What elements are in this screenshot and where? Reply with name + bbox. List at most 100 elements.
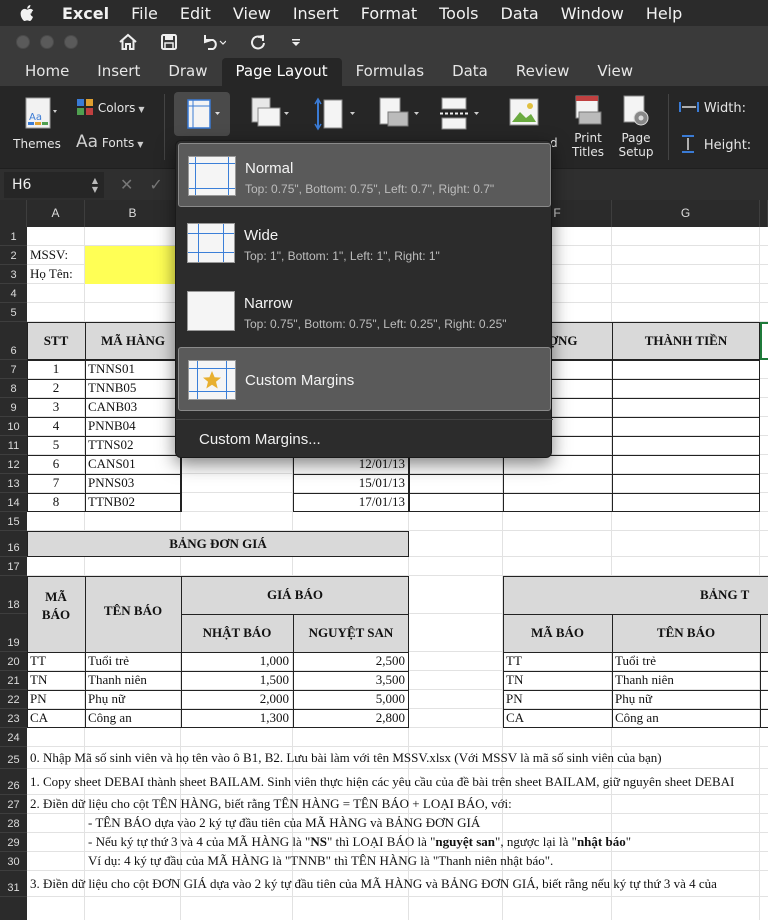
row-header-31[interactable]: 31 [0,871,27,897]
row-header-20[interactable]: 20 [0,652,27,671]
right-ma-bao-header: MÃ BÁO [530,625,585,640]
save-icon[interactable] [160,33,178,51]
row-header-2[interactable]: 2 [0,246,27,265]
row-header-28[interactable]: 28 [0,814,27,833]
row-header-12[interactable]: 12 [0,455,27,474]
row-header-19[interactable]: 19 [0,614,27,652]
row-header-24[interactable]: 24 [0,728,27,747]
menu-help[interactable]: Help [646,4,682,23]
select-all-corner[interactable] [0,200,27,227]
row-header-21[interactable]: 21 [0,671,27,690]
selected-cell-h6[interactable] [760,322,768,360]
row-header-26[interactable]: 26 [0,769,27,795]
row-header-29[interactable]: 29 [0,833,27,852]
name-box-spinner-icon[interactable]: ▲ ▼ [92,176,98,194]
page-setup-button[interactable]: Page Setup [614,94,658,159]
row-header-3[interactable]: 3 [0,265,27,284]
customize-toolbar-icon[interactable] [290,36,302,48]
menu-format[interactable]: Format [361,4,417,23]
price-ten-cell: Thanh niên [88,672,147,687]
row-header-10[interactable]: 10 [0,417,27,436]
zoom-window-icon[interactable] [64,35,78,49]
row-header-8[interactable]: 8 [0,379,27,398]
right-ten-bao-header: TÊN BÁO [656,625,716,640]
menu-insert[interactable]: Insert [293,4,339,23]
home-icon[interactable] [118,33,138,51]
row-header-11[interactable]: 11 [0,436,27,455]
tab-page-layout[interactable]: Page Layout [221,58,342,86]
row-header-17[interactable]: 17 [0,557,27,576]
menu-edit[interactable]: Edit [180,4,211,23]
col-header-h[interactable] [760,200,768,227]
tab-view[interactable]: View [583,58,647,86]
colors-button[interactable]: Colors ▼ [76,98,156,119]
fonts-icon: Aa [76,132,99,152]
margins-button[interactable] [174,92,230,136]
menu-data[interactable]: Data [501,4,539,23]
tab-data[interactable]: Data [438,58,502,86]
row-header-23[interactable]: 23 [0,709,27,728]
row-header-6[interactable]: 6 [0,322,27,360]
col-header-b[interactable]: B [85,200,181,227]
header-thanh-tien: THÀNH TIỀN [644,333,728,348]
row-header-5[interactable]: 5 [0,303,27,322]
redo-icon[interactable] [248,33,268,51]
row-header-30[interactable]: 30 [0,852,27,871]
menu-window[interactable]: Window [561,4,624,23]
price-ten-cell: Tuổi trẻ [88,653,130,668]
note-29-part: " thì LOẠI BÁO là " [326,834,436,849]
row-header-13[interactable]: 13 [0,474,27,493]
margin-option-narrow[interactable]: Narrow Top: 0.75", Bottom: 0.75", Left: … [178,279,551,343]
size-button[interactable] [308,96,360,135]
background-button[interactable] [504,96,544,133]
row-header-22[interactable]: 22 [0,690,27,709]
menu-file[interactable]: File [131,4,158,23]
margin-option-wide[interactable]: Wide Top: 1", Bottom: 1", Left: 1", Righ… [178,211,551,275]
menu-tools[interactable]: Tools [439,4,478,23]
minimize-window-icon[interactable] [40,35,54,49]
undo-icon[interactable] [200,33,226,51]
height-control[interactable]: Height: [678,134,768,157]
row-header-27[interactable]: 27 [0,795,27,814]
normal-title: Normal [245,160,294,177]
print-titles-button[interactable]: Print Titles [566,94,610,159]
price-ten-cell: Công an [88,710,132,725]
row-header-9[interactable]: 9 [0,398,27,417]
tab-formulas[interactable]: Formulas [342,58,438,86]
price-nguyet-cell: 3,500 [375,672,405,687]
tab-review[interactable]: Review [502,58,584,86]
col-header-g[interactable]: G [612,200,760,227]
fonts-button[interactable]: Aa Fonts ▼ [76,132,156,152]
menu-view[interactable]: View [233,4,271,23]
custom-margins-link[interactable]: Custom Margins... [199,431,321,448]
nhat-bao-header: NHẬT BÁO [202,625,272,640]
normal-margins-icon [188,156,236,196]
tab-draw[interactable]: Draw [154,58,221,86]
breaks-button[interactable] [436,96,486,135]
note-29-part: ", ngược lại là " [495,834,577,849]
row-header-15[interactable]: 15 [0,512,27,531]
row-header-1[interactable]: 1 [0,227,27,246]
cancel-formula-icon[interactable]: ✕ [120,175,133,194]
tab-home[interactable]: Home [0,58,83,86]
name-box[interactable]: H6 ▲ ▼ [4,171,104,198]
margin-option-normal[interactable]: Normal Top: 0.75", Bottom: 0.75", Left: … [178,143,551,207]
tab-insert[interactable]: Insert [83,58,154,86]
width-control[interactable]: Width: [678,100,768,117]
menu-excel[interactable]: Excel [62,4,109,23]
row-header-4[interactable]: 4 [0,284,27,303]
confirm-formula-icon[interactable]: ✓ [149,175,162,194]
row-header-14[interactable]: 14 [0,493,27,512]
orientation-button[interactable] [244,96,294,135]
themes-button[interactable]: Aa Themes [10,96,64,151]
margin-option-custom[interactable]: Custom Margins [178,347,551,411]
row-header-7[interactable]: 7 [0,360,27,379]
row-header-18[interactable]: 18 [0,576,27,614]
student-info-input[interactable] [85,246,181,284]
col-header-a[interactable]: A [27,200,85,227]
row-header-25[interactable]: 25 [0,747,27,769]
print-area-button[interactable] [372,96,426,135]
row-header-16[interactable]: 16 [0,531,27,557]
close-window-icon[interactable] [16,35,30,49]
apple-icon[interactable] [20,4,42,22]
